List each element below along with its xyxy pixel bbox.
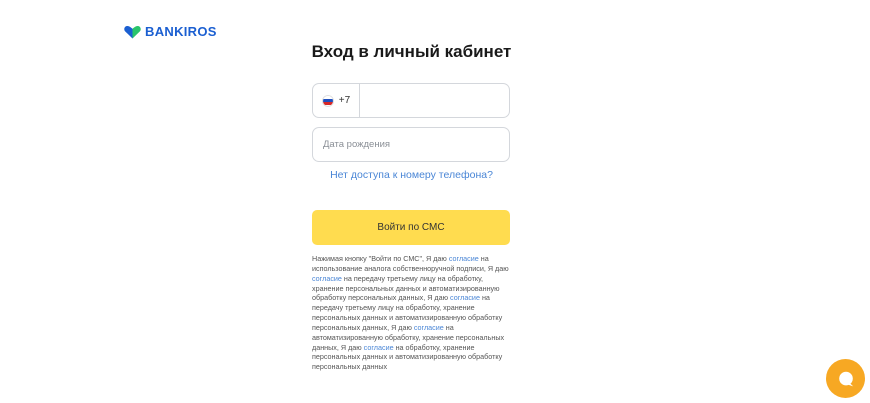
dial-code: +7 — [338, 95, 351, 106]
brand-logo[interactable]: BANKIROS — [124, 24, 217, 39]
country-selector[interactable]: +7 — [313, 84, 360, 117]
sms-login-button[interactable]: Войти по СМС — [312, 210, 510, 245]
consent-text-1: Нажимая кнопку "Войти по СМС", Я даю — [312, 254, 449, 263]
consent-link[interactable]: согласие — [414, 323, 444, 332]
logo-text: BANKIROS — [145, 24, 217, 39]
birthdate-input[interactable] — [312, 127, 510, 162]
chat-bubble-icon — [837, 370, 855, 388]
phone-input[interactable] — [360, 84, 509, 117]
consent-text: Нажимая кнопку "Войти по СМС", Я даю сог… — [312, 254, 514, 372]
no-phone-access-link[interactable]: Нет доступа к номеру телефона? — [0, 169, 823, 181]
logo-heart-icon — [124, 25, 141, 39]
consent-link[interactable]: согласие — [312, 274, 342, 283]
consent-link[interactable]: согласие — [450, 293, 480, 302]
chat-button[interactable] — [826, 359, 865, 398]
consent-link[interactable]: согласие — [449, 254, 479, 263]
ru-flag-icon — [321, 94, 334, 107]
consent-link[interactable]: согласие — [364, 343, 394, 352]
page-title: Вход в личный кабинет — [311, 42, 512, 61]
phone-field: +7 — [312, 83, 510, 118]
